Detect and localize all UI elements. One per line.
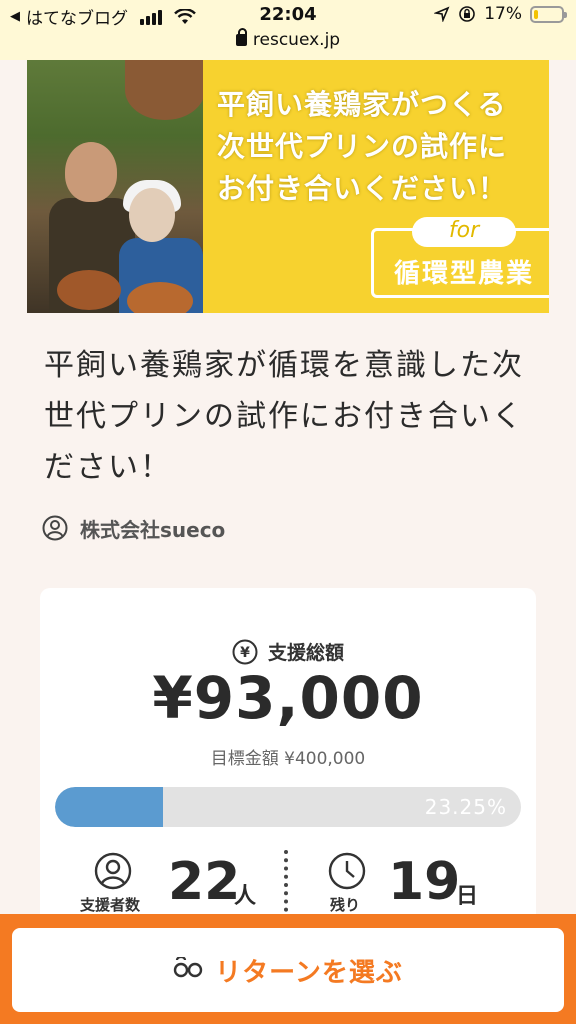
company-link[interactable]: 株式会社sueco bbox=[42, 512, 225, 544]
battery-icon bbox=[530, 5, 567, 23]
hero-line-2: 次世代プリンの試作に bbox=[217, 130, 508, 163]
funding-label-row: ¥ 支援総額 bbox=[40, 638, 536, 665]
project-title: 平飼い養鶏家が循環を意識した次世代プリンの試作にお付き合いください！ bbox=[44, 348, 524, 485]
hero-text-panel: 平飼い養鶏家がつくる 次世代プリンの試作に お付き合いください！ for 循環型… bbox=[203, 60, 549, 313]
supporters-unit: 人 bbox=[234, 884, 257, 909]
hero-line-3: お付き合いください！ bbox=[217, 172, 508, 205]
lock-icon bbox=[235, 28, 247, 46]
remaining-unit: 日 bbox=[456, 884, 479, 909]
orientation-lock-icon bbox=[459, 6, 476, 22]
hero-badge-for: for bbox=[412, 217, 516, 247]
status-bar: ◀ はてなブログ 22:04 17% rescuex.jp bbox=[0, 0, 576, 60]
funding-goal: 目標金額 ¥400,000 bbox=[210, 749, 366, 769]
progress-fill bbox=[55, 787, 164, 827]
hero-badge: for 循環型農業 bbox=[371, 217, 549, 298]
supporters-icon bbox=[94, 852, 132, 890]
select-return-label: リターンを選ぶ bbox=[215, 957, 403, 988]
url-text: rescuex.jp bbox=[252, 30, 341, 50]
funding-card: ¥ 支援総額 ¥93,000 目標金額 ¥400,000 23.25% 支援者数… bbox=[40, 588, 536, 948]
select-return-button[interactable]: リターンを選ぶ bbox=[12, 928, 564, 1012]
company-name: 株式会社sueco bbox=[80, 517, 226, 542]
remaining-count: 19 bbox=[388, 852, 461, 912]
hero-badge-text: 循環型農業 bbox=[393, 259, 534, 289]
remaining-label: 残り bbox=[330, 896, 361, 914]
cta-bar: リターンを選ぶ bbox=[0, 914, 576, 1024]
funding-amount: ¥93,000 bbox=[152, 664, 424, 732]
funding-progress-bar: 23.25% bbox=[55, 787, 521, 827]
farmers-photo bbox=[27, 60, 205, 313]
url-bar[interactable]: rescuex.jp bbox=[0, 28, 576, 50]
hero-headline: 平飼い養鶏家がつくる 次世代プリンの試作に お付き合いください！ bbox=[217, 84, 547, 210]
progress-percent: 23.25% bbox=[424, 795, 507, 819]
funding-label: 支援総額 bbox=[267, 642, 344, 664]
yen-icon: ¥ bbox=[232, 639, 258, 664]
supporters-count: 22 bbox=[168, 852, 241, 912]
supporters-label: 支援者数 bbox=[80, 896, 141, 914]
supporters-stat: 支援者数 22 人 bbox=[40, 850, 280, 920]
remaining-stat: 残り 19 日 bbox=[292, 850, 536, 920]
stat-divider bbox=[284, 850, 288, 920]
location-icon bbox=[434, 6, 450, 22]
svg-text:¥: ¥ bbox=[240, 645, 250, 661]
battery-percent: 17% bbox=[484, 4, 522, 24]
hero-banner: 平飼い養鶏家がつくる 次世代プリンの試作に お付き合いください！ for 循環型… bbox=[27, 60, 549, 313]
hero-line-1: 平飼い養鶏家がつくる bbox=[217, 88, 507, 121]
user-icon bbox=[42, 515, 68, 541]
clock-icon bbox=[328, 852, 366, 890]
gift-face-icon bbox=[173, 957, 203, 978]
